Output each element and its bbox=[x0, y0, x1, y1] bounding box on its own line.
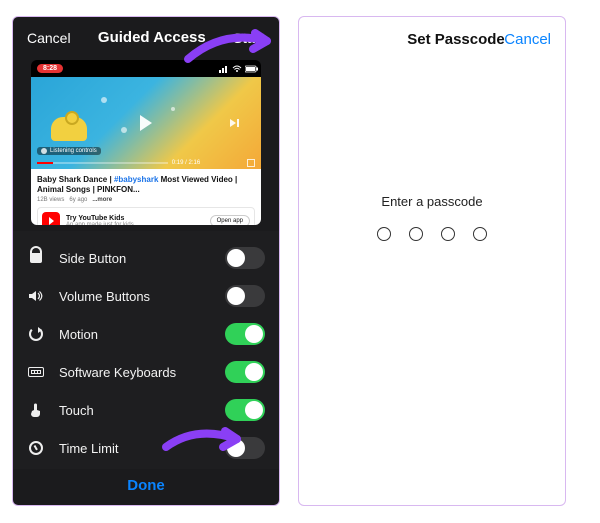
page-title: Guided Access bbox=[98, 29, 206, 46]
passcode-dot bbox=[441, 227, 455, 241]
progress-bar[interactable] bbox=[37, 162, 168, 164]
battery-icon bbox=[245, 65, 255, 73]
youtube-kids-icon bbox=[42, 212, 60, 225]
toggle-side-button[interactable] bbox=[225, 247, 265, 269]
next-icon[interactable] bbox=[230, 119, 239, 127]
hashtag-link[interactable]: #babyshark bbox=[114, 175, 158, 184]
progress-time: 0:19 / 2:16 bbox=[172, 160, 200, 166]
toggle-touch[interactable] bbox=[225, 399, 265, 421]
option-time-limit[interactable]: Time Limit bbox=[27, 429, 265, 467]
keyboard-icon bbox=[27, 363, 45, 381]
signal-icon bbox=[219, 65, 229, 73]
option-touch[interactable]: Touch bbox=[27, 391, 265, 429]
cancel-button[interactable]: Cancel bbox=[504, 31, 551, 48]
wifi-icon bbox=[232, 65, 242, 73]
cancel-button[interactable]: Cancel bbox=[27, 30, 71, 46]
youtube-kids-promo[interactable]: Try YouTube Kids An app made just for ki… bbox=[37, 207, 255, 225]
lock-icon bbox=[27, 249, 45, 267]
motion-icon bbox=[27, 325, 45, 343]
guided-access-screen: Cancel Guided Access Start 8:28 bbox=[12, 16, 280, 506]
app-preview: 8:28 bbox=[31, 60, 261, 225]
passcode-prompt: Enter a passcode bbox=[299, 194, 565, 209]
open-app-button[interactable]: Open app bbox=[210, 215, 250, 225]
passcode-dots bbox=[299, 227, 565, 241]
option-volume-buttons[interactable]: Volume Buttons bbox=[27, 277, 265, 315]
passcode-dot bbox=[473, 227, 487, 241]
clock-icon bbox=[27, 439, 45, 457]
play-icon[interactable] bbox=[140, 115, 152, 131]
video-meta: 12B views 6y ago ...more bbox=[37, 197, 255, 203]
start-button[interactable]: Start bbox=[233, 30, 265, 46]
toggle-software-keyboards[interactable] bbox=[225, 361, 265, 383]
recording-time: 8:28 bbox=[37, 64, 63, 73]
passcode-dot bbox=[377, 227, 391, 241]
option-side-button[interactable]: Side Button bbox=[27, 239, 265, 277]
fullscreen-icon[interactable] bbox=[247, 159, 255, 167]
guided-access-header: Cancel Guided Access Start bbox=[13, 17, 279, 54]
listening-controls-chip[interactable]: Listening controls bbox=[37, 147, 101, 155]
done-bar: Done bbox=[13, 469, 279, 505]
set-passcode-screen: Set Passcode Cancel Enter a passcode bbox=[298, 16, 566, 506]
more-button[interactable]: ...more bbox=[92, 197, 112, 203]
status-icons bbox=[219, 65, 255, 73]
option-motion[interactable]: Motion bbox=[27, 315, 265, 353]
done-button[interactable]: Done bbox=[127, 477, 165, 494]
passcode-dot bbox=[409, 227, 423, 241]
volume-icon bbox=[27, 287, 45, 305]
set-passcode-header: Set Passcode Cancel bbox=[299, 17, 565, 62]
options-panel: Side Button Volume Buttons Motion Softwa… bbox=[13, 231, 279, 469]
touch-icon bbox=[27, 401, 45, 419]
option-software-keyboards[interactable]: Software Keyboards bbox=[27, 353, 265, 391]
toggle-time-limit[interactable] bbox=[225, 437, 265, 459]
toggle-volume-buttons[interactable] bbox=[225, 285, 265, 307]
video-title[interactable]: Baby Shark Dance | #babyshark Most Viewe… bbox=[37, 175, 255, 195]
toggle-motion[interactable] bbox=[225, 323, 265, 345]
video-player[interactable]: Listening controls 0:19 / 2:16 bbox=[31, 77, 261, 169]
